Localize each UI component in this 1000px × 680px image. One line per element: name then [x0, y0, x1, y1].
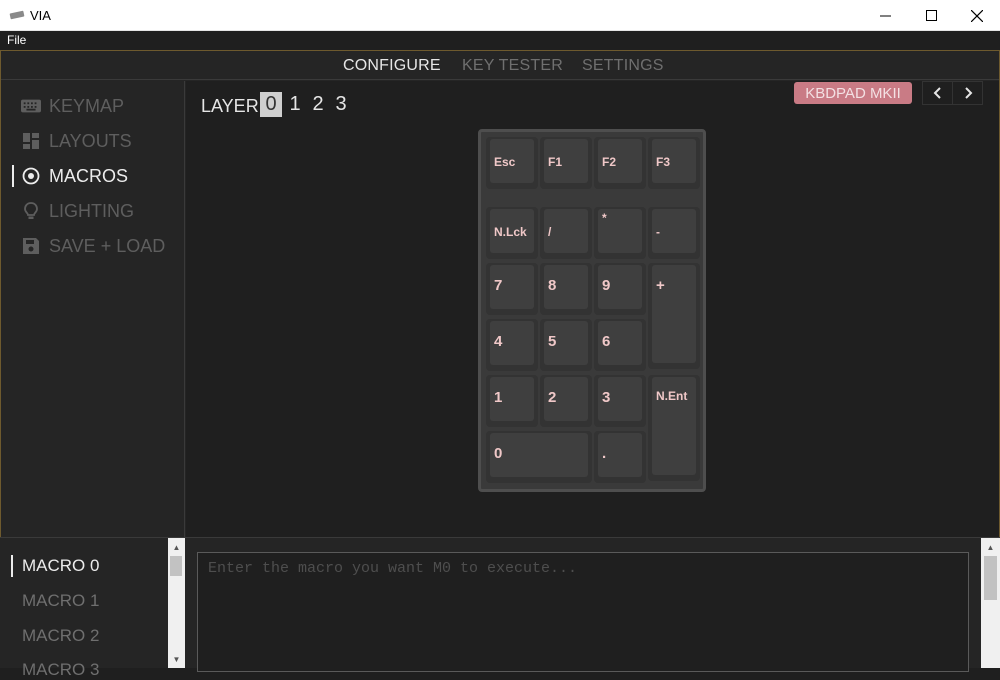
key-6[interactable]: 6: [594, 319, 646, 371]
close-button[interactable]: [954, 0, 1000, 31]
key-f1[interactable]: F1: [540, 137, 592, 189]
key-0[interactable]: 0: [486, 431, 592, 483]
macro-editor: [185, 538, 981, 672]
keyboard-icon: [21, 96, 41, 116]
floppy-disk-icon: [21, 236, 41, 256]
window-titlebar: VIA: [0, 0, 1000, 31]
key-divide[interactable]: /: [540, 207, 592, 259]
chevron-right-icon: [964, 87, 972, 99]
key-minus[interactable]: -: [648, 207, 700, 259]
macro-list: MACRO 0 MACRO 1 MACRO 2 MACRO 3: [0, 538, 168, 679]
keyboard-name-badge: KBDPAD MKII: [794, 82, 912, 104]
layer-3-button[interactable]: 3: [330, 92, 352, 117]
key-numpad-enter[interactable]: N.Ent: [648, 375, 700, 481]
sidebar-item-save-load[interactable]: SAVE + LOAD: [1, 231, 185, 261]
sidebar-item-label: MACROS: [49, 165, 129, 186]
scroll-down-icon[interactable]: ▼: [168, 652, 185, 666]
layer-0-button[interactable]: 0: [260, 92, 282, 117]
key-7[interactable]: 7: [486, 263, 538, 315]
key-4[interactable]: 4: [486, 319, 538, 371]
macro-list-scrollbar[interactable]: ▲ ▼: [168, 538, 185, 668]
macro-item-3[interactable]: MACRO 3: [22, 660, 99, 680]
layer-label: LAYER: [201, 96, 259, 116]
key-3[interactable]: 3: [594, 375, 646, 427]
key-f3[interactable]: F3: [648, 137, 700, 189]
sidebar-item-layouts[interactable]: LAYOUTS: [1, 126, 185, 156]
key-plus[interactable]: +: [648, 263, 700, 369]
next-keyboard-button[interactable]: [952, 81, 983, 105]
sidebar: KEYMAP LAYOUTS MACROS LIGHTING SAVE + LO…: [1, 81, 185, 538]
key-2[interactable]: 2: [540, 375, 592, 427]
key-multiply[interactable]: *: [594, 207, 646, 259]
close-icon: [971, 9, 983, 22]
sidebar-item-macros[interactable]: MACROS: [1, 161, 185, 191]
layouts-icon: [21, 131, 41, 151]
sidebar-item-keymap[interactable]: KEYMAP: [1, 91, 185, 121]
key-esc[interactable]: Esc: [486, 137, 538, 189]
layer-2-button[interactable]: 2: [307, 92, 329, 117]
target-icon: [21, 166, 41, 186]
key-8[interactable]: 8: [540, 263, 592, 315]
sidebar-item-label: KEYMAP: [49, 95, 125, 116]
active-indicator: [11, 555, 13, 577]
chevron-left-icon: [933, 87, 941, 99]
scroll-thumb[interactable]: [170, 556, 182, 576]
key-1[interactable]: 1: [486, 375, 538, 427]
editor-scrollbar[interactable]: ▲: [981, 538, 1000, 668]
minimize-icon: [879, 15, 891, 17]
key-f2[interactable]: F2: [594, 137, 646, 189]
menu-bar: File: [0, 31, 1000, 50]
sidebar-item-lighting[interactable]: LIGHTING: [1, 196, 185, 226]
tab-configure[interactable]: CONFIGURE: [343, 57, 441, 75]
key-decimal[interactable]: .: [594, 431, 646, 483]
sidebar-item-label: LIGHTING: [49, 200, 135, 221]
via-keyboard-icon: [9, 10, 25, 20]
key-numlock[interactable]: N.Lck: [486, 207, 538, 259]
active-indicator: [12, 165, 14, 187]
keyboard-layout: Esc F1 F2 F3 N.Lck / * - 7 8 9 + 4 5 6 1…: [478, 129, 706, 492]
tab-settings[interactable]: SETTINGS: [582, 57, 664, 75]
maximize-icon: [925, 10, 937, 21]
tab-key-tester[interactable]: KEY TESTER: [462, 57, 563, 75]
key-5[interactable]: 5: [540, 319, 592, 371]
macro-panel: MACRO 0 MACRO 1 MACRO 2 MACRO 3 ▲ ▼ ▲: [0, 537, 1000, 679]
sidebar-item-label: SAVE + LOAD: [49, 235, 166, 256]
layer-1-button[interactable]: 1: [284, 92, 306, 117]
minimize-button[interactable]: [862, 0, 908, 31]
scroll-thumb[interactable]: [984, 556, 997, 600]
scroll-up-icon[interactable]: ▲: [981, 540, 1000, 554]
macro-item-1[interactable]: MACRO 1: [22, 591, 99, 611]
macro-item-0[interactable]: MACRO 0: [22, 556, 99, 576]
configure-main: LAYER 0 1 2 3 KBDPAD MKII Esc F1 F2 F3 N…: [186, 81, 999, 538]
lightbulb-icon: [21, 201, 41, 221]
menu-file[interactable]: File: [7, 33, 26, 47]
sidebar-item-label: LAYOUTS: [49, 130, 132, 151]
macro-item-2[interactable]: MACRO 2: [22, 626, 99, 646]
key-9[interactable]: 9: [594, 263, 646, 315]
prev-keyboard-button[interactable]: [922, 81, 953, 105]
scroll-up-icon[interactable]: ▲: [168, 540, 185, 554]
maximize-button[interactable]: [908, 0, 954, 31]
macro-input[interactable]: [197, 552, 969, 672]
window-title: VIA: [30, 8, 51, 23]
top-navigation: CONFIGURE KEY TESTER SETTINGS: [1, 51, 999, 80]
